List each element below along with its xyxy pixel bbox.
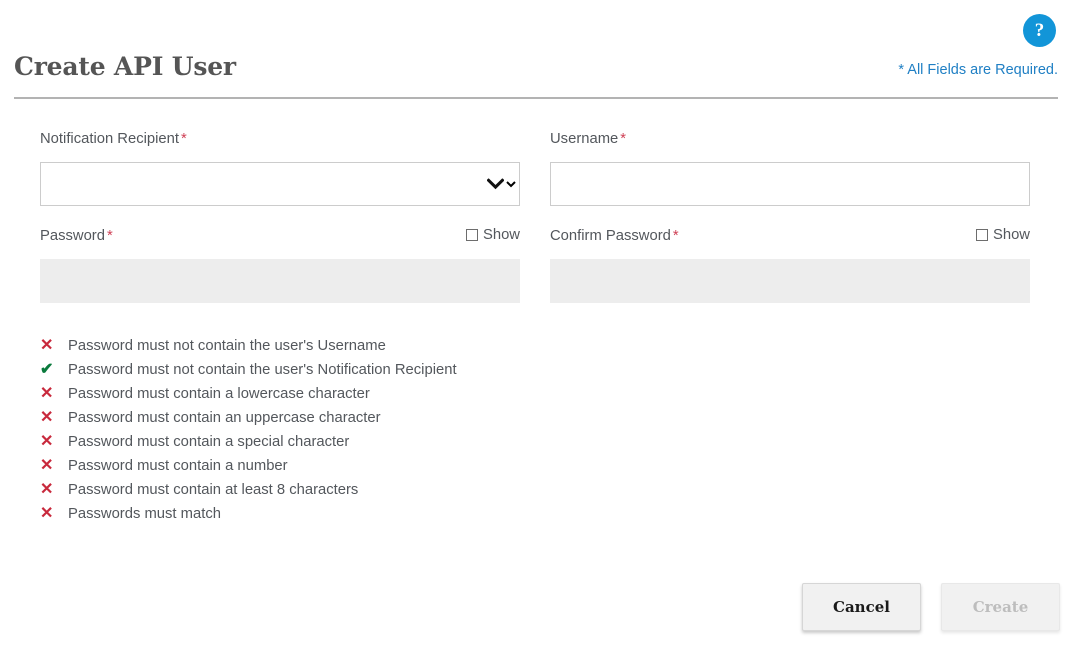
password-rule-item: ✔ Password must not contain the user's No… — [40, 358, 660, 382]
password-input-wrap — [40, 259, 520, 303]
notification-recipient-input-wrap — [40, 162, 520, 206]
cross-icon: ✕ — [40, 505, 54, 522]
page-header: Create API User * All Fields are Require… — [0, 52, 1072, 100]
notification-recipient-select[interactable] — [40, 162, 520, 206]
password-label-line: Password * Show — [40, 227, 520, 251]
required-asterisk: * — [106, 228, 113, 244]
password-input[interactable] — [40, 259, 520, 303]
required-asterisk: * — [620, 131, 627, 147]
required-fields-note: * All Fields are Required. — [898, 62, 1058, 78]
header-divider — [14, 97, 1058, 99]
password-show-toggle[interactable]: Show — [465, 227, 520, 243]
notification-recipient-label-line: Notification Recipient * — [40, 130, 520, 154]
confirm-password-show-toggle[interactable]: Show — [975, 227, 1030, 243]
field-password: Password * Show — [40, 227, 520, 303]
password-rule-item: ✕ Password must contain a lowercase chara… — [40, 382, 660, 406]
create-api-user-form: Notification Recipient * Username * Passwo… — [0, 130, 1072, 324]
password-requirements-list: ✕ Password must not contain the user's Us… — [40, 334, 660, 526]
field-username: Username * — [550, 130, 1030, 206]
field-notification-recipient: Notification Recipient * — [40, 130, 520, 206]
username-label: Username — [550, 131, 619, 147]
password-show-checkbox[interactable] — [465, 229, 478, 241]
required-asterisk: * — [672, 228, 679, 244]
cross-icon: ✕ — [40, 385, 54, 402]
password-show-label: Show — [482, 227, 520, 243]
cancel-button[interactable]: Cancel — [802, 583, 921, 631]
password-rule-item: ✕ Password must contain at least 8 charac… — [40, 478, 660, 502]
cross-icon: ✕ — [40, 457, 54, 474]
confirm-password-input-wrap — [550, 259, 1030, 303]
username-input[interactable] — [550, 162, 1030, 206]
create-button: Create — [941, 583, 1060, 631]
password-rule-item: ✕ Password must contain a number — [40, 454, 660, 478]
field-confirm-password: Confirm Password * Show — [550, 227, 1030, 303]
question-mark-icon: ? — [1034, 19, 1045, 41]
confirm-password-label-line: Confirm Password * Show — [550, 227, 1030, 251]
password-rule-item: ✕ Passwords must match — [40, 502, 660, 526]
cross-icon: ✕ — [40, 337, 54, 354]
confirm-password-show-checkbox[interactable] — [975, 229, 988, 241]
confirm-password-input[interactable] — [550, 259, 1030, 303]
password-rule-item: ✕ Password must not contain the user's Us… — [40, 334, 660, 358]
cross-icon: ✕ — [40, 409, 54, 426]
username-label-line: Username * — [550, 130, 1030, 154]
password-rule-text: Passwords must match — [68, 506, 221, 522]
help-button[interactable]: ? — [1023, 14, 1056, 47]
password-rule-item: ✕ Password must contain an uppercase char… — [40, 406, 660, 430]
form-row-password: Password * Show Confirm Password * Show — [0, 227, 1072, 324]
password-rule-text: Password must contain at least 8 charact… — [68, 482, 359, 498]
form-actions: Cancel Create — [0, 583, 1072, 631]
password-rule-text: Password must contain a lowercase charac… — [68, 386, 370, 402]
password-rule-item: ✕ Password must contain a special charact… — [40, 430, 660, 454]
check-icon: ✔ — [40, 361, 54, 378]
username-input-wrap — [550, 162, 1030, 206]
password-label: Password — [40, 228, 105, 244]
form-row-identity: Notification Recipient * Username * — [0, 130, 1072, 227]
cross-icon: ✕ — [40, 433, 54, 450]
password-rule-text: Password must contain a number — [68, 458, 288, 474]
required-asterisk: * — [181, 131, 187, 147]
confirm-password-show-label: Show — [992, 227, 1030, 243]
notification-recipient-label: Notification Recipient — [40, 131, 179, 147]
confirm-password-label: Confirm Password — [550, 228, 671, 244]
password-rule-text: Password must contain an uppercase chara… — [68, 410, 381, 426]
page-title: Create API User — [14, 52, 236, 81]
password-rule-text: Password must not contain the user's Not… — [68, 362, 457, 378]
password-rule-text: Password must contain a special characte… — [68, 434, 350, 450]
password-rule-text: Password must not contain the user's Use… — [68, 338, 386, 354]
cross-icon: ✕ — [40, 481, 54, 498]
